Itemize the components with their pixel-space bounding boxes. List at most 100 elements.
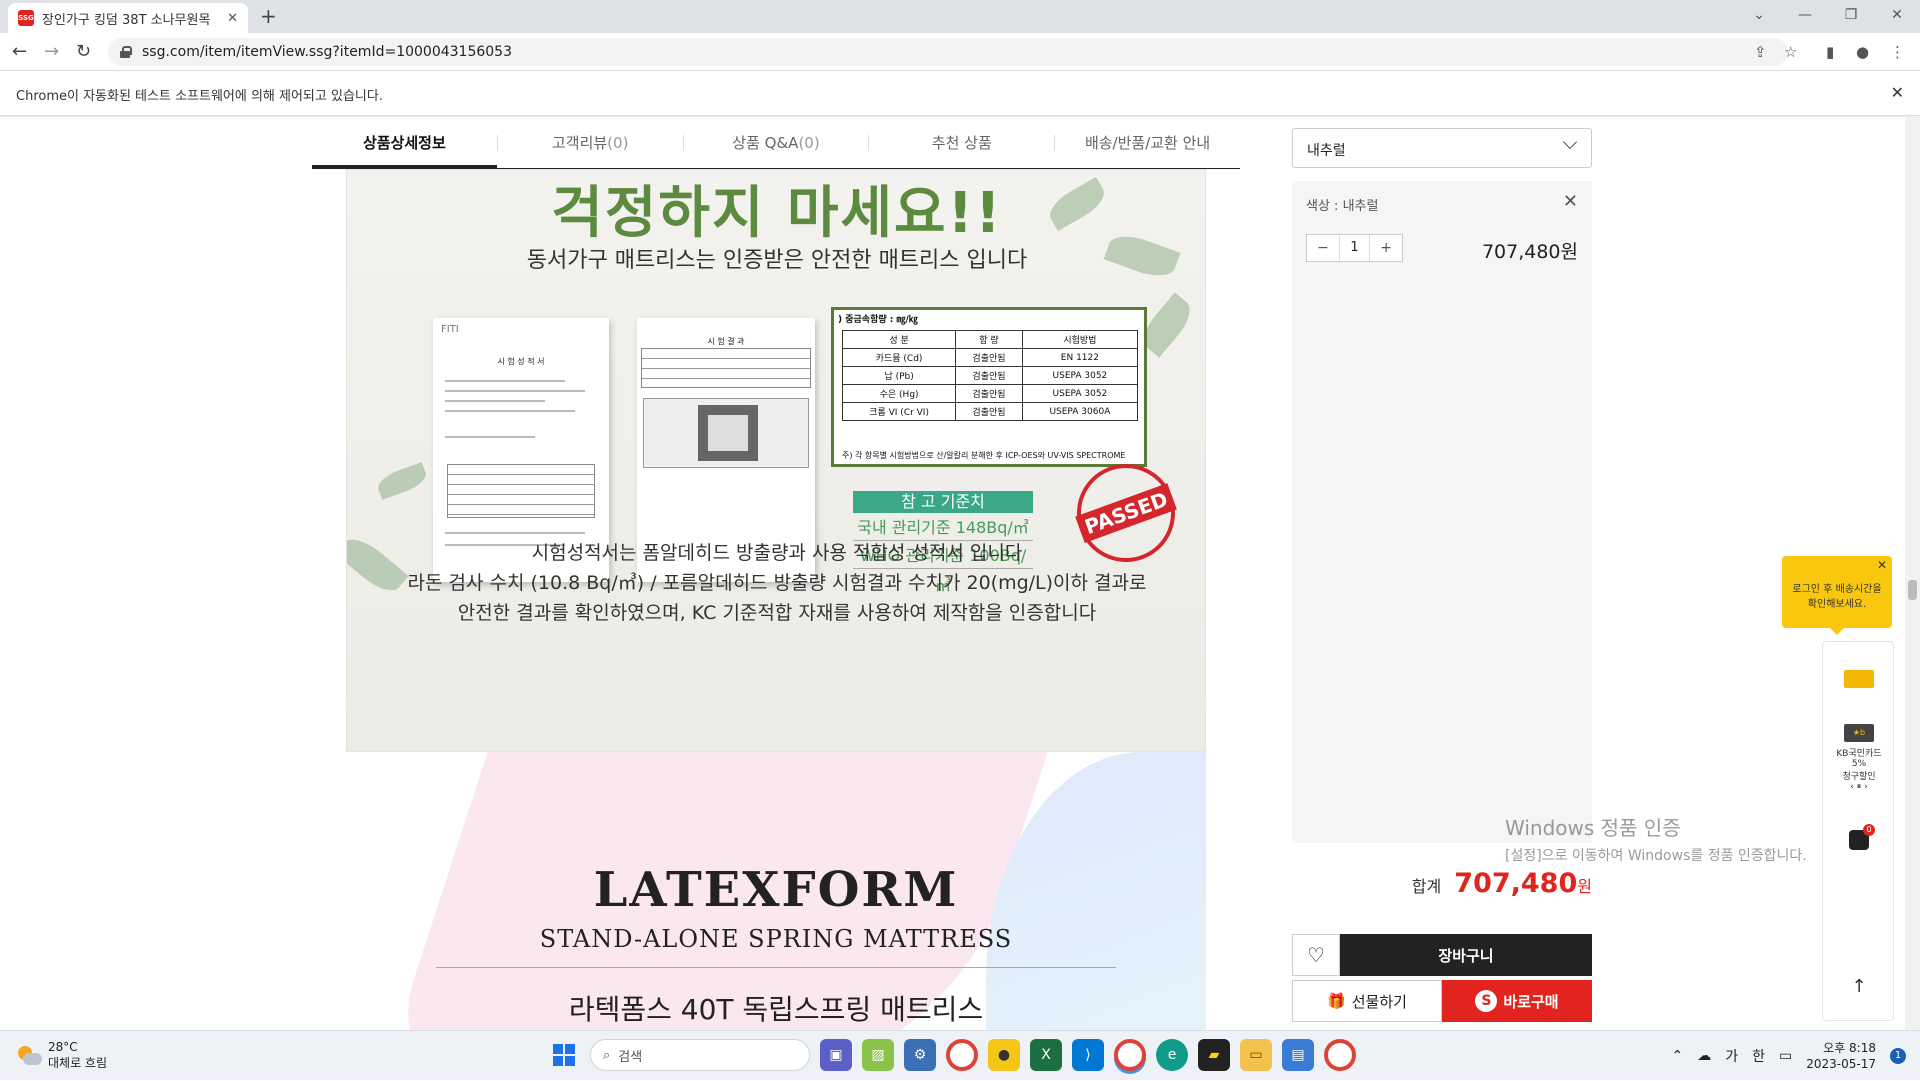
doc-table [641, 348, 811, 388]
buy-now-button[interactable]: S 바로구매 [1442, 980, 1592, 1022]
notification-badge[interactable]: 1 [1890, 1048, 1906, 1064]
table-footer: 주) 각 항목별 시험방법으로 산/알칼리 분해한 후 ICP-OES와 UV-… [842, 451, 1126, 460]
weather-widget[interactable]: 28°C 대체로 흐림 [16, 1040, 107, 1071]
ime-language[interactable]: 한 [1752, 1046, 1765, 1066]
add-to-cart-button[interactable]: 장바구니 [1340, 934, 1592, 976]
table-row: 크롬 VI (Cr VI) 검출안됨 USEPA 3060A [841, 402, 1139, 421]
table-cell: EN 1122 [1021, 348, 1139, 367]
chrome-icon[interactable] [1324, 1039, 1356, 1071]
taskbar-search[interactable]: ⌕ 검색 [590, 1039, 810, 1071]
tab-qna[interactable]: 상품 Q&A(0) [684, 117, 869, 168]
tab-recommended[interactable]: 추천 상품 [869, 117, 1054, 168]
table-cell: 수은 (Hg) [841, 384, 957, 403]
table-cell: 카드뮴 (Cd) [841, 348, 957, 367]
clock[interactable]: 오후 8:18 2023-05-17 [1806, 1040, 1876, 1072]
photos-icon[interactable]: ▨ [862, 1039, 894, 1071]
chevron-up-icon[interactable]: ⌃ [1672, 1048, 1684, 1064]
remove-option-icon[interactable]: ✕ [1563, 191, 1578, 212]
sample-photo [643, 398, 809, 468]
table-cell: 성 분 [841, 330, 957, 349]
stamp-text: PASSED [1074, 483, 1178, 543]
doc-title: 시 험 성 적 서 [497, 357, 545, 366]
forward-icon[interactable]: → [44, 41, 59, 62]
chrome-active-icon[interactable] [1114, 1039, 1146, 1071]
selected-option-box: 색상 : 내추럴 ✕ − 1 + 707,480원 [1292, 181, 1592, 843]
increase-button[interactable]: + [1370, 235, 1402, 261]
profile-icon[interactable]: ● [1856, 43, 1869, 61]
messenger-icon[interactable]: ● [988, 1039, 1020, 1071]
table-cell: 검출안됨 [955, 384, 1023, 403]
table-cell: USEPA 3052 [1021, 384, 1139, 403]
quantity-input[interactable]: 1 [1338, 235, 1371, 261]
tab-product-detail[interactable]: 상품상세정보 [312, 117, 497, 168]
cart-count-badge: 0 [1863, 824, 1875, 836]
total-amount: 707,480 [1454, 868, 1578, 899]
network-icon[interactable]: ☁ [1697, 1048, 1711, 1064]
restore-icon[interactable]: ❐ [1828, 0, 1874, 30]
clock-time: 오후 8:18 [1823, 1041, 1876, 1055]
page-scrollbar[interactable] [1905, 117, 1920, 1030]
close-tooltip-icon[interactable]: ✕ [1877, 558, 1887, 572]
buy-now-label: 바로구매 [1503, 992, 1559, 1011]
option-select-value: 내추럴 [1307, 143, 1346, 159]
option-select[interactable]: 내추럴 [1292, 128, 1592, 168]
close-tab-icon[interactable]: ✕ [227, 11, 238, 26]
gift-button[interactable]: 🎁 선물하기 [1292, 980, 1442, 1022]
doc-line [445, 436, 535, 438]
ime-mode[interactable]: 가 [1725, 1046, 1738, 1066]
chrome-icon[interactable] [946, 1039, 978, 1071]
reload-icon[interactable]: ↻ [76, 41, 91, 62]
share-icon[interactable]: ⇪ [1754, 43, 1767, 61]
tab-reviews[interactable]: 고객리뷰(0) [498, 117, 683, 168]
minimize-icon[interactable]: — [1782, 0, 1828, 30]
clock-date: 2023-05-17 [1806, 1057, 1876, 1071]
close-infobar-icon[interactable]: ✕ [1891, 83, 1904, 102]
promo-nav[interactable]: ‹ ⏸ › [1823, 782, 1895, 792]
doc-line [445, 532, 585, 534]
tab-shipping-info[interactable]: 배송/반품/교환 안내 [1055, 117, 1240, 168]
scrollbar-thumb[interactable] [1908, 580, 1917, 600]
watermark-line: Windows 정품 인증 [1505, 816, 1681, 840]
temperature: 28°C [48, 1040, 78, 1054]
file-explorer-icon[interactable]: ▭ [1240, 1039, 1272, 1071]
gift-label: 선물하기 [1351, 992, 1407, 1011]
description-line: 시험성적서는 폼알데히드 방출량과 사용 적합성 성적서 입니다 [531, 542, 1023, 564]
browser-tab[interactable]: SSG 장인가구 킹덤 38T 소나무원목 ✕ [8, 3, 248, 33]
partly-cloudy-icon [16, 1045, 42, 1066]
total-unit: 원 [1577, 877, 1592, 896]
kb-card-promo[interactable]: ★b KB국민카드 5% 청구할인 ‹ ⏸ › [1823, 724, 1895, 792]
brand-name: LATEXFORM [593, 862, 959, 918]
tab-search-icon[interactable]: ⌄ [1736, 0, 1782, 30]
wishlist-heart-icon[interactable]: ♡ [1292, 934, 1340, 976]
back-icon[interactable]: ← [12, 41, 27, 62]
decrease-button[interactable]: − [1307, 235, 1339, 261]
doc-line [445, 390, 585, 392]
headline: 걱정하지 마세요!! [551, 181, 1003, 246]
delivery-truck-button[interactable] [1823, 670, 1895, 688]
display-icon[interactable]: ▭ [1779, 1048, 1792, 1064]
page-content: 상품상세정보 고객리뷰(0) 상품 Q&A(0) 추천 상품 배송/반품/교환 … [0, 117, 1905, 1030]
bookmark-star-icon[interactable]: ☆ [1784, 43, 1797, 61]
description-line: 라돈 검사 수치 (10.8 Bq/㎥) / 포름알데히드 방출량 시험결과 수… [407, 572, 1147, 594]
table-cell: USEPA 3052 [1021, 366, 1139, 385]
subheadline: 동서가구 매트리스는 인증받은 안전한 매트리스 입니다 [526, 248, 1028, 273]
address-bar[interactable]: ssg.com/item/itemView.ssg?itemId=1000043… [108, 38, 1788, 66]
heavy-metal-table: ) 중금속함량 : ㎎/㎏ 성 분 함 량 시험방법 카드뮴 (Cd) 검출안됨… [831, 307, 1147, 467]
settings-icon[interactable]: ⚙ [904, 1039, 936, 1071]
vscode-icon[interactable]: ⟩ [1072, 1039, 1104, 1071]
new-tab-icon[interactable]: + [260, 4, 277, 28]
divider [436, 967, 1116, 968]
edge-icon[interactable]: e [1156, 1039, 1188, 1071]
table-cell: 크롬 VI (Cr VI) [841, 402, 957, 421]
sticky-notes-icon[interactable]: ▰ [1198, 1039, 1230, 1071]
excel-icon[interactable]: X [1030, 1039, 1062, 1071]
scroll-top-button[interactable]: ↑ [1823, 976, 1895, 997]
teams-icon[interactable]: ▣ [820, 1039, 852, 1071]
cart-shortcut[interactable]: 0 [1823, 824, 1895, 850]
menu-icon[interactable]: ⋮ [1890, 43, 1905, 61]
remote-desktop-icon[interactable]: ▤ [1282, 1039, 1314, 1071]
side-panel-icon[interactable]: ▮ [1826, 43, 1834, 61]
start-button[interactable] [548, 1039, 580, 1071]
close-window-icon[interactable]: ✕ [1874, 0, 1920, 30]
option-price: 707,480원 [1481, 241, 1578, 263]
